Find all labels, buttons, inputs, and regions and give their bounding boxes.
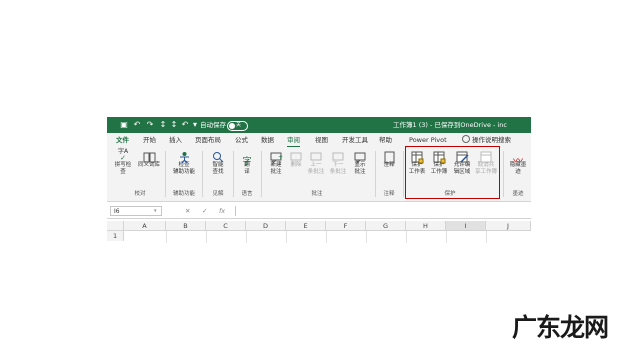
gridline <box>446 231 447 243</box>
column-header[interactable]: D <box>246 221 286 231</box>
watermark: 广东龙网 <box>512 313 609 342</box>
column-header[interactable]: E <box>286 221 326 231</box>
separator <box>261 151 262 197</box>
gridline <box>166 231 167 243</box>
enter-icon[interactable]: ✓ <box>202 206 207 216</box>
column-header[interactable]: H <box>406 221 446 231</box>
group-language: 语言 <box>241 191 253 197</box>
column-header[interactable]: B <box>166 221 206 231</box>
tab-data[interactable]: 数据 <box>261 135 274 145</box>
tab-view[interactable]: 视图 <box>315 135 328 145</box>
sort-descending-icon[interactable]: ↕ <box>169 120 179 130</box>
group-accessibility: 辅助功能 <box>172 191 195 197</box>
check-accessibility-button[interactable]: 检查 辅助功能 <box>171 149 197 176</box>
gridline <box>326 231 327 243</box>
group-comments: 批注 <box>311 191 323 197</box>
column-header-selected[interactable]: I <box>446 221 486 231</box>
previous-comment-button[interactable]: 上一 条批注 <box>306 149 326 176</box>
spell-check-icon: 字A ✓ <box>117 148 129 162</box>
column-header[interactable]: A <box>124 221 166 231</box>
row-header[interactable]: 1 <box>107 231 124 241</box>
separator <box>375 151 376 197</box>
translate-button[interactable]: 字 翻 译 <box>237 149 257 176</box>
spell-check-button[interactable]: 字A ✓ 拼写检查 <box>113 149 133 176</box>
delete-comment-icon <box>290 149 303 162</box>
book-icon <box>143 149 156 163</box>
tab-file[interactable]: 文件 <box>116 135 129 145</box>
next-comment-icon <box>332 149 345 162</box>
undo-icon[interactable]: ↶ <box>180 120 190 130</box>
hide-ink-button[interactable]: 〰 隐藏墨 迹 <box>506 149 530 176</box>
gridline <box>286 231 287 243</box>
note-icon <box>383 149 396 164</box>
tab-formulas[interactable]: 公式 <box>235 135 248 145</box>
group-proofing: 校对 <box>134 191 146 197</box>
column-header[interactable]: F <box>326 221 366 231</box>
separator <box>503 151 504 197</box>
search-icon <box>462 135 470 143</box>
autosave-label: 自动保存 <box>200 121 226 129</box>
document-title: 工作簿1 (3) - 已保存到OneDrive - inc <box>393 121 507 129</box>
column-header[interactable]: J <box>486 221 531 231</box>
sort-ascending-icon[interactable]: ↕ <box>158 120 168 130</box>
redo-icon[interactable]: ↷ <box>145 120 155 130</box>
select-all-corner[interactable] <box>107 221 124 231</box>
formula-bar: I6 ▾ ✕ ✓ fx <box>107 204 531 219</box>
gridline <box>486 231 487 243</box>
gridline <box>366 231 367 243</box>
group-insights: 见解 <box>212 191 224 197</box>
title-bar: ▣ ↶ ↷ ↕ ↕ ↶ ▾ 自动保存 关 工作簿1 (3) - 已保存到OneD… <box>107 117 531 133</box>
tab-page-layout[interactable]: 页面布局 <box>195 135 221 145</box>
new-comment-icon: + <box>270 149 283 165</box>
svg-text:+: + <box>278 154 283 161</box>
magnifier-icon <box>212 149 225 163</box>
separator <box>233 151 234 197</box>
smart-lookup-button[interactable]: 智能 查找 <box>207 149 229 176</box>
notes-button[interactable]: 注释 <box>379 149 399 169</box>
gridline <box>206 231 207 243</box>
delete-comment-button[interactable]: 删除 <box>288 149 304 169</box>
tab-developer[interactable]: 开发工具 <box>342 135 368 145</box>
column-header[interactable]: C <box>206 221 246 231</box>
toggle-knob <box>229 123 235 129</box>
new-comment-button[interactable]: + 新建 批注 <box>265 149 287 176</box>
undo-icon[interactable]: ↶ <box>132 120 142 130</box>
separator <box>165 151 166 197</box>
gridline <box>406 231 407 243</box>
cancel-icon[interactable]: ✕ <box>185 206 190 216</box>
name-box-dropdown-icon[interactable]: ▾ <box>154 206 157 216</box>
gridline <box>246 231 247 243</box>
tab-insert[interactable]: 插入 <box>169 135 182 145</box>
group-ink: 墨迹 <box>512 191 524 197</box>
dropdown-icon[interactable]: ▾ <box>190 120 200 130</box>
save-icon[interactable]: ▣ <box>119 120 129 130</box>
tab-review[interactable]: 审阅 <box>287 135 300 147</box>
tab-home[interactable]: 开始 <box>143 135 156 145</box>
show-comments-button[interactable]: 显示 批注 <box>350 149 370 176</box>
previous-comment-icon <box>310 149 323 162</box>
tab-help[interactable]: 帮助 <box>379 135 392 145</box>
excel-window: ▣ ↶ ↷ ↕ ↕ ↶ ▾ 自动保存 关 工作簿1 (3) - 已保存到OneD… <box>107 117 531 243</box>
formula-input[interactable] <box>235 206 528 216</box>
protect-group-highlight <box>405 146 500 199</box>
tell-me-search[interactable]: 操作说明搜索 <box>472 135 511 145</box>
ink-icon: 〰 <box>513 156 523 167</box>
worksheet-grid: A B C D E F G H I J 1 <box>107 221 531 243</box>
autosave-state: 关 <box>236 122 242 128</box>
autosave-toggle[interactable]: 关 <box>227 121 248 131</box>
column-header[interactable]: G <box>366 221 406 231</box>
accessibility-icon <box>178 149 191 164</box>
separator <box>202 151 203 197</box>
show-comments-icon <box>354 149 367 165</box>
separator <box>403 151 404 197</box>
thesaurus-button[interactable]: 同义词库 <box>137 149 161 169</box>
translate-icon: 字 <box>242 157 252 167</box>
tab-power-pivot[interactable]: Power Pivot <box>409 135 447 145</box>
insert-function-icon[interactable]: fx <box>219 206 225 216</box>
next-comment-button[interactable]: 下一 条批注 <box>328 149 348 176</box>
group-notes: 注释 <box>383 191 395 197</box>
